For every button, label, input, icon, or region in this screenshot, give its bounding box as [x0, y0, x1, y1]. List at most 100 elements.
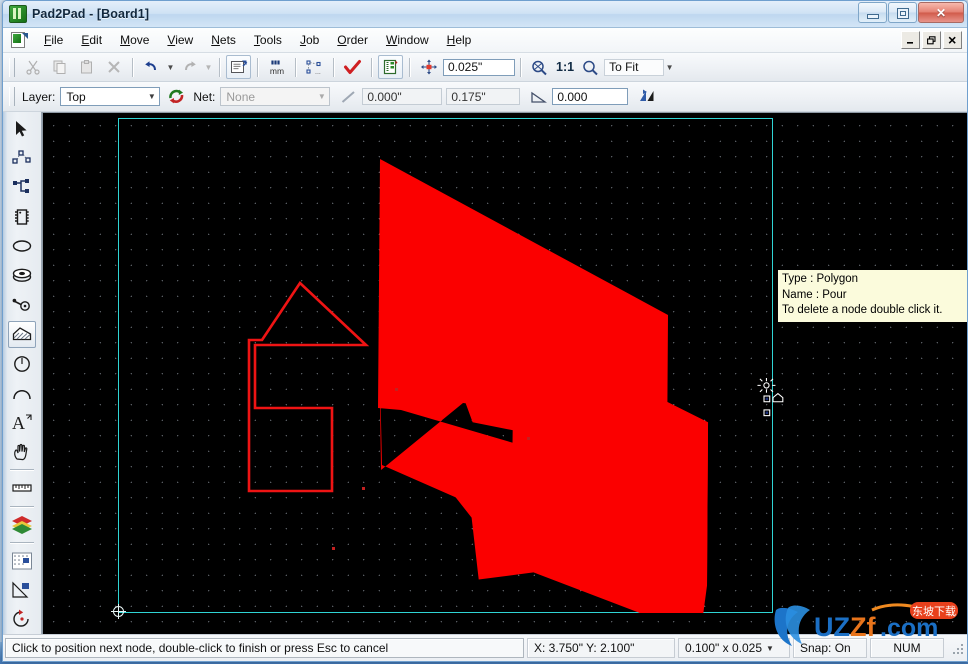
layer-combo[interactable]: Top ▼ [60, 87, 161, 106]
measure-tool[interactable] [8, 474, 36, 501]
menu-item-edit[interactable]: Edit [72, 29, 111, 51]
pad-size-value[interactable]: 0.175" [446, 88, 521, 105]
zoom-out-icon[interactable] [578, 55, 603, 79]
pan-tool[interactable] [8, 438, 36, 465]
angle-input[interactable]: 0.000 [552, 88, 629, 105]
copy-icon[interactable] [47, 55, 72, 79]
copper-pour-accurate[interactable] [403, 268, 733, 613]
menu-item-file[interactable]: File [35, 29, 72, 51]
mdi-window-controls [899, 31, 962, 49]
tooltip-name-line: Name : Pour [782, 288, 847, 301]
trace-branch-icon [11, 177, 33, 197]
toolbar-separator-6 [371, 57, 372, 77]
paste-icon[interactable] [74, 55, 99, 79]
menu-item-nets[interactable]: Nets [202, 29, 245, 51]
toolbar-separator-2 [219, 57, 220, 77]
mdi-close-button[interactable] [943, 31, 962, 49]
menu-item-view[interactable]: View [158, 29, 202, 51]
mdi-restore-button[interactable] [922, 31, 941, 49]
trace-tool[interactable] [8, 174, 36, 201]
grid-snap-tool[interactable] [8, 547, 36, 574]
maximize-button[interactable] [888, 2, 917, 23]
menu-item-window[interactable]: Window [377, 29, 438, 51]
dimension-icon [11, 580, 33, 600]
menu-item-order[interactable]: Order [328, 29, 377, 51]
polygon-outline-shape[interactable] [247, 281, 370, 493]
zoom-dropdown-arrow-icon[interactable]: ▼ [664, 56, 675, 78]
main-window: Pad2Pad - [Board1] ✕ File Edit Move View… [2, 0, 968, 662]
tooltip-type-line: Type : Polygon [782, 273, 859, 285]
ruler-icon [11, 481, 33, 495]
title-bar: Pad2Pad - [Board1] ✕ [3, 1, 967, 28]
rotate-icon [11, 609, 33, 629]
zoom-window-icon[interactable] [527, 55, 552, 79]
minimize-button[interactable] [858, 2, 887, 23]
zoom-ratio-label[interactable]: 1:1 [556, 60, 574, 74]
ellipse-tool[interactable] [8, 232, 36, 259]
dimension-tool[interactable] [8, 576, 36, 603]
tool-separator-3 [10, 541, 34, 543]
trace-width-value[interactable]: 0.000" [362, 88, 443, 105]
close-icon: ✕ [935, 5, 947, 20]
editor-body: A Type: Polygon Name: Pour To delete a… [3, 112, 967, 634]
window-title: Pad2Pad - [Board1] [32, 7, 150, 21]
drawing-tools-palette: A [3, 112, 42, 634]
design-check-icon[interactable] [340, 55, 365, 79]
polygon-pour-tool[interactable] [8, 320, 36, 348]
resize-grip[interactable] [949, 640, 965, 656]
menu-item-tools[interactable]: Tools [245, 29, 291, 51]
polygon-pour-icon [11, 325, 33, 343]
ratsnest-icon[interactable]: ... [302, 55, 327, 79]
layer-toolbar-grip[interactable] [9, 87, 15, 106]
rotate-tool[interactable] [8, 606, 36, 633]
standard-toolbar: ▼ ▼ mm ... 0.025" 1:1 To Fit ▼ [3, 53, 967, 82]
undo-dropdown-arrow-icon[interactable]: ▼ [165, 56, 176, 78]
tool-separator-2 [10, 505, 34, 507]
menu-item-move[interactable]: Move [111, 29, 158, 51]
grid-size-input[interactable]: 0.025" [443, 58, 515, 76]
circle-tool[interactable] [8, 350, 36, 377]
redo-dropdown-arrow-icon[interactable]: ▼ [203, 56, 214, 78]
grid-size-icon[interactable] [416, 55, 441, 79]
pcb-canvas-area[interactable]: Type : Polygon Name : Pour To delete a n… [42, 112, 967, 634]
svg-text:mm: mm [269, 66, 283, 76]
mirror-icon[interactable] [634, 85, 659, 109]
zoom-to-fit-input[interactable]: To Fit [604, 58, 665, 76]
hand-icon [11, 442, 33, 462]
menu-item-help[interactable]: Help [438, 29, 481, 51]
toolbar-grip[interactable] [9, 57, 15, 77]
select-tool[interactable] [8, 115, 36, 142]
angle-icon[interactable] [526, 85, 551, 109]
menu-item-job[interactable]: Job [291, 29, 328, 51]
chevron-down-icon[interactable]: ▼ [144, 88, 159, 105]
close-button[interactable]: ✕ [918, 2, 964, 23]
layers-tool[interactable] [8, 511, 36, 538]
ellipse-icon [11, 237, 33, 255]
delete-icon[interactable] [101, 55, 126, 79]
redo-icon[interactable] [177, 55, 202, 79]
pcb-canvas[interactable]: Type : Polygon Name : Pour To delete a n… [43, 113, 967, 634]
trace-width-icon[interactable] [336, 85, 361, 109]
swap-layers-icon[interactable] [164, 85, 189, 109]
net-tool[interactable] [8, 144, 36, 171]
net-combo[interactable]: None ▼ [220, 87, 331, 106]
layer-stack-icon[interactable] [378, 55, 403, 79]
cut-icon[interactable] [20, 55, 45, 79]
document-icon[interactable] [11, 32, 28, 48]
status-grid-combo[interactable]: 0.100" x 0.025 ▼ [678, 638, 790, 658]
via-tool[interactable] [8, 291, 36, 318]
chevron-down-icon-net[interactable]: ▼ [314, 88, 329, 105]
pad-tool[interactable] [8, 262, 36, 289]
mdi-minimize-button[interactable] [901, 31, 920, 49]
chevron-down-icon-grid[interactable]: ▼ [762, 644, 778, 653]
text-tool[interactable]: A [8, 409, 36, 436]
undo-icon[interactable] [139, 55, 164, 79]
layer-value: Top [66, 89, 86, 104]
arrow-pointer-icon [12, 119, 32, 139]
component-tool[interactable] [8, 203, 36, 230]
toolbar-separator-5 [333, 57, 334, 77]
arc-tool[interactable] [8, 379, 36, 406]
status-snap: Snap: On [793, 638, 867, 658]
properties-icon[interactable] [226, 55, 251, 79]
mm-units-icon[interactable]: mm [264, 55, 289, 79]
